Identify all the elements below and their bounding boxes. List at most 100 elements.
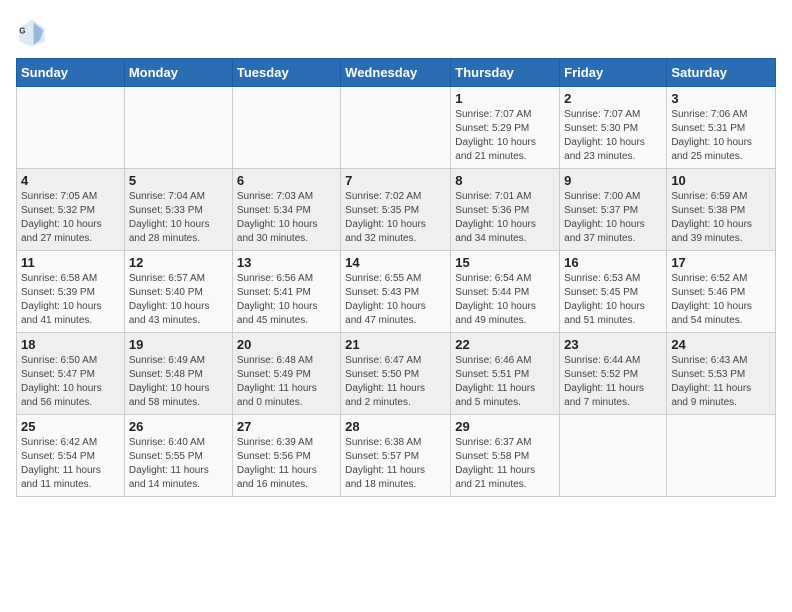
calendar-cell: 28 Sunrise: 6:38 AM Sunset: 5:57 PM Dayli… bbox=[341, 415, 451, 497]
calendar-cell bbox=[667, 415, 776, 497]
day-info: Sunrise: 6:37 AM Sunset: 5:58 PM Dayligh… bbox=[455, 436, 555, 492]
day-number: 25 bbox=[21, 419, 120, 434]
calendar-table: SundayMondayTuesdayWednesdayThursdayFrid… bbox=[16, 58, 776, 497]
day-info: Sunrise: 6:55 AM Sunset: 5:43 PM Dayligh… bbox=[345, 272, 446, 328]
calendar-cell bbox=[560, 415, 667, 497]
day-info: Sunrise: 7:07 AM Sunset: 5:30 PM Dayligh… bbox=[564, 108, 662, 164]
logo-icon: G bbox=[16, 16, 48, 48]
col-header-monday: Monday bbox=[124, 59, 232, 87]
day-info: Sunrise: 7:04 AM Sunset: 5:33 PM Dayligh… bbox=[129, 190, 228, 246]
day-number: 22 bbox=[455, 337, 555, 352]
day-info: Sunrise: 6:54 AM Sunset: 5:44 PM Dayligh… bbox=[455, 272, 555, 328]
calendar-cell: 24Sunrise: 6:43 AM Sunset: 5:53 PM Dayli… bbox=[667, 333, 776, 415]
calendar-cell: 8Sunrise: 7:01 AM Sunset: 5:36 PM Daylig… bbox=[451, 169, 560, 251]
svg-text:G: G bbox=[19, 27, 25, 36]
day-info: Sunrise: 6:59 AM Sunset: 5:38 PM Dayligh… bbox=[671, 190, 771, 246]
day-info: Sunrise: 6:58 AM Sunset: 5:39 PM Dayligh… bbox=[21, 272, 120, 328]
col-header-tuesday: Tuesday bbox=[232, 59, 340, 87]
day-number: 20 bbox=[237, 337, 336, 352]
col-header-thursday: Thursday bbox=[451, 59, 560, 87]
day-number: 14 bbox=[345, 255, 446, 270]
calendar-cell: 6 Sunrise: 7:03 AM Sunset: 5:34 PM Daylig… bbox=[232, 169, 340, 251]
col-header-wednesday: Wednesday bbox=[341, 59, 451, 87]
day-info: Sunrise: 7:00 AM Sunset: 5:37 PM Dayligh… bbox=[564, 190, 662, 246]
calendar-cell: 1 Sunrise: 7:07 AM Sunset: 5:29 PM Daylig… bbox=[451, 87, 560, 169]
day-info: Sunrise: 6:57 AM Sunset: 5:40 PM Dayligh… bbox=[129, 272, 228, 328]
week-row-3: 11 Sunrise: 6:58 AM Sunset: 5:39 PM Dayli… bbox=[17, 251, 776, 333]
day-number: 2 bbox=[564, 91, 662, 106]
calendar-cell: 12 Sunrise: 6:57 AM Sunset: 5:40 PM Dayli… bbox=[124, 251, 232, 333]
day-number: 6 bbox=[237, 173, 336, 188]
day-number: 17 bbox=[671, 255, 771, 270]
day-info: Sunrise: 7:06 AM Sunset: 5:31 PM Dayligh… bbox=[671, 108, 771, 164]
week-row-1: 1 Sunrise: 7:07 AM Sunset: 5:29 PM Daylig… bbox=[17, 87, 776, 169]
day-number: 10 bbox=[671, 173, 771, 188]
calendar-cell: 2 Sunrise: 7:07 AM Sunset: 5:30 PM Daylig… bbox=[560, 87, 667, 169]
calendar-cell: 17Sunrise: 6:52 AM Sunset: 5:46 PM Dayli… bbox=[667, 251, 776, 333]
calendar-cell: 20 Sunrise: 6:48 AM Sunset: 5:49 PM Dayli… bbox=[232, 333, 340, 415]
col-header-friday: Friday bbox=[560, 59, 667, 87]
day-number: 9 bbox=[564, 173, 662, 188]
day-info: Sunrise: 6:39 AM Sunset: 5:56 PM Dayligh… bbox=[237, 436, 336, 492]
calendar-cell: 15 Sunrise: 6:54 AM Sunset: 5:44 PM Dayli… bbox=[451, 251, 560, 333]
day-info: Sunrise: 7:07 AM Sunset: 5:29 PM Dayligh… bbox=[455, 108, 555, 164]
day-number: 28 bbox=[345, 419, 446, 434]
day-number: 29 bbox=[455, 419, 555, 434]
calendar-cell: 11 Sunrise: 6:58 AM Sunset: 5:39 PM Dayli… bbox=[17, 251, 125, 333]
day-number: 19 bbox=[129, 337, 228, 352]
logo: G bbox=[16, 16, 52, 48]
calendar-cell: 26 Sunrise: 6:40 AM Sunset: 5:55 PM Dayli… bbox=[124, 415, 232, 497]
day-info: Sunrise: 7:03 AM Sunset: 5:34 PM Dayligh… bbox=[237, 190, 336, 246]
calendar-cell bbox=[17, 87, 125, 169]
calendar-cell bbox=[232, 87, 340, 169]
day-info: Sunrise: 7:02 AM Sunset: 5:35 PM Dayligh… bbox=[345, 190, 446, 246]
calendar-cell: 18 Sunrise: 6:50 AM Sunset: 5:47 PM Dayli… bbox=[17, 333, 125, 415]
day-number: 16 bbox=[564, 255, 662, 270]
calendar-cell bbox=[341, 87, 451, 169]
day-info: Sunrise: 6:46 AM Sunset: 5:51 PM Dayligh… bbox=[455, 354, 555, 410]
day-number: 5 bbox=[129, 173, 228, 188]
week-row-2: 4Sunrise: 7:05 AM Sunset: 5:32 PM Daylig… bbox=[17, 169, 776, 251]
day-number: 11 bbox=[21, 255, 120, 270]
calendar-cell: 23 Sunrise: 6:44 AM Sunset: 5:52 PM Dayli… bbox=[560, 333, 667, 415]
col-header-sunday: Sunday bbox=[17, 59, 125, 87]
day-info: Sunrise: 6:44 AM Sunset: 5:52 PM Dayligh… bbox=[564, 354, 662, 410]
day-number: 12 bbox=[129, 255, 228, 270]
day-info: Sunrise: 7:01 AM Sunset: 5:36 PM Dayligh… bbox=[455, 190, 555, 246]
day-number: 21 bbox=[345, 337, 446, 352]
calendar-cell: 9 Sunrise: 7:00 AM Sunset: 5:37 PM Daylig… bbox=[560, 169, 667, 251]
day-number: 13 bbox=[237, 255, 336, 270]
week-row-5: 25Sunrise: 6:42 AM Sunset: 5:54 PM Dayli… bbox=[17, 415, 776, 497]
day-number: 23 bbox=[564, 337, 662, 352]
day-info: Sunrise: 6:56 AM Sunset: 5:41 PM Dayligh… bbox=[237, 272, 336, 328]
calendar-cell: 10 Sunrise: 6:59 AM Sunset: 5:38 PM Dayli… bbox=[667, 169, 776, 251]
day-info: Sunrise: 6:48 AM Sunset: 5:49 PM Dayligh… bbox=[237, 354, 336, 410]
day-number: 18 bbox=[21, 337, 120, 352]
day-number: 4 bbox=[21, 173, 120, 188]
calendar-cell: 19 Sunrise: 6:49 AM Sunset: 5:48 PM Dayli… bbox=[124, 333, 232, 415]
week-row-4: 18 Sunrise: 6:50 AM Sunset: 5:47 PM Dayli… bbox=[17, 333, 776, 415]
day-number: 1 bbox=[455, 91, 555, 106]
day-number: 27 bbox=[237, 419, 336, 434]
day-info: Sunrise: 6:40 AM Sunset: 5:55 PM Dayligh… bbox=[129, 436, 228, 492]
day-info: Sunrise: 6:53 AM Sunset: 5:45 PM Dayligh… bbox=[564, 272, 662, 328]
day-number: 15 bbox=[455, 255, 555, 270]
day-info: Sunrise: 6:38 AM Sunset: 5:57 PM Dayligh… bbox=[345, 436, 446, 492]
day-info: Sunrise: 6:50 AM Sunset: 5:47 PM Dayligh… bbox=[21, 354, 120, 410]
calendar-cell: 27 Sunrise: 6:39 AM Sunset: 5:56 PM Dayli… bbox=[232, 415, 340, 497]
calendar-cell: 7Sunrise: 7:02 AM Sunset: 5:35 PM Daylig… bbox=[341, 169, 451, 251]
calendar-cell: 22 Sunrise: 6:46 AM Sunset: 5:51 PM Dayli… bbox=[451, 333, 560, 415]
day-number: 26 bbox=[129, 419, 228, 434]
header-row: SundayMondayTuesdayWednesdayThursdayFrid… bbox=[17, 59, 776, 87]
calendar-cell: 3 Sunrise: 7:06 AM Sunset: 5:31 PM Daylig… bbox=[667, 87, 776, 169]
day-number: 3 bbox=[671, 91, 771, 106]
day-info: Sunrise: 6:43 AM Sunset: 5:53 PM Dayligh… bbox=[671, 354, 771, 410]
calendar-cell: 21 Sunrise: 6:47 AM Sunset: 5:50 PM Dayli… bbox=[341, 333, 451, 415]
calendar-cell: 29 Sunrise: 6:37 AM Sunset: 5:58 PM Dayli… bbox=[451, 415, 560, 497]
day-info: Sunrise: 6:49 AM Sunset: 5:48 PM Dayligh… bbox=[129, 354, 228, 410]
calendar-cell: 13 Sunrise: 6:56 AM Sunset: 5:41 PM Dayli… bbox=[232, 251, 340, 333]
day-info: Sunrise: 6:47 AM Sunset: 5:50 PM Dayligh… bbox=[345, 354, 446, 410]
calendar-cell bbox=[124, 87, 232, 169]
calendar-cell: 25Sunrise: 6:42 AM Sunset: 5:54 PM Dayli… bbox=[17, 415, 125, 497]
col-header-saturday: Saturday bbox=[667, 59, 776, 87]
